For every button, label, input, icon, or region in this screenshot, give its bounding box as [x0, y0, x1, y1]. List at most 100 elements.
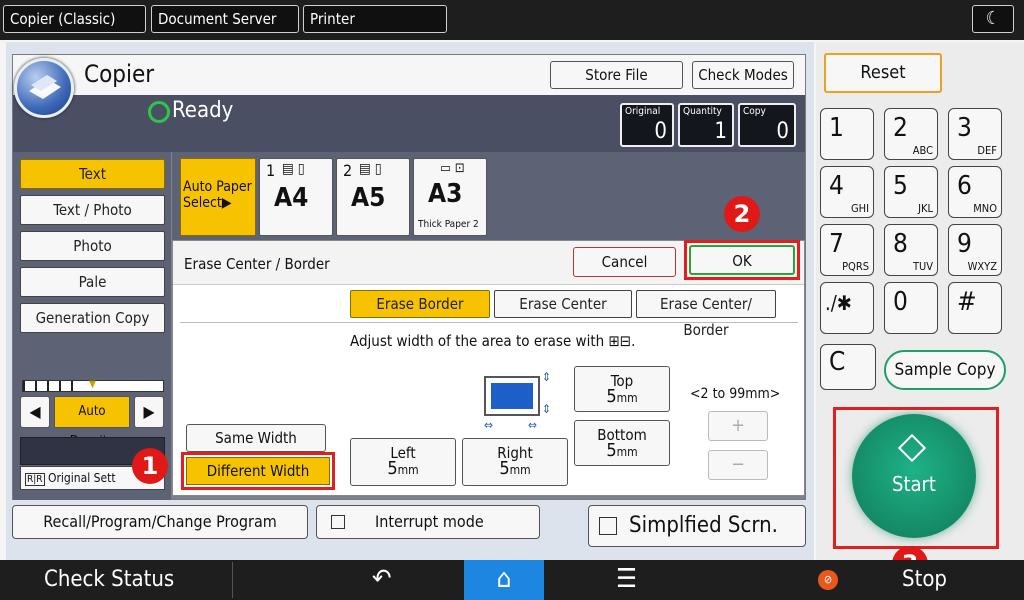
different-width-button[interactable]: Different Width [186, 457, 330, 485]
copier-title: Copier [84, 60, 155, 88]
key-hash[interactable]: # [948, 282, 1002, 334]
key-2-digit: 2 [893, 113, 908, 143]
increase-button[interactable]: + [708, 411, 768, 441]
range-text: <2 to 99mm> [690, 386, 781, 402]
copier-screen: Copier (Classic) Document Server Printer… [0, 0, 1024, 600]
cancel-button[interactable]: Cancel [573, 247, 676, 277]
bottom-width-label: Bottom [597, 426, 647, 444]
start-diamond-icon [897, 433, 927, 463]
auto-paper-select-button[interactable]: Auto Paper Select▶ [180, 158, 256, 236]
bottom-width-unit: mm [616, 445, 638, 459]
clear-button[interactable]: C [820, 344, 876, 390]
copy-counter-value: 0 [776, 119, 789, 144]
key-8-digit: 8 [893, 229, 908, 259]
same-width-button[interactable]: Same Width [186, 424, 326, 452]
density-ticks [23, 381, 83, 391]
top-app-bar: Copier (Classic) Document Server Printer… [0, 0, 1024, 40]
tray-1-paper-icon: ▤ ▯ [282, 161, 305, 177]
density-darker-button[interactable]: ▶ [134, 396, 164, 428]
sample-copy-button[interactable]: Sample Copy [884, 350, 1006, 390]
paper-tray-2-button[interactable]: 2 ▤ ▯ A5 [336, 158, 410, 236]
tab-copier-classic[interactable]: Copier (Classic) [3, 5, 146, 33]
key-5[interactable]: 5 JKL [884, 166, 938, 218]
original-counter-value: 0 [654, 119, 667, 144]
key-dot-star[interactable]: ./✱ [820, 282, 874, 334]
start-button[interactable]: Start [852, 414, 976, 538]
check-status-button[interactable]: Check Status [44, 567, 174, 592]
reset-button[interactable]: Reset [824, 53, 942, 93]
interrupt-mode-button[interactable]: Interrupt mode [316, 505, 540, 539]
right-width-button[interactable]: Right 5mm [462, 438, 568, 486]
key-0[interactable]: 0 [884, 282, 938, 334]
recall-program-button[interactable]: Recall/Program/Change Program [12, 505, 308, 539]
right-width-value: 5 [499, 458, 510, 479]
key-2[interactable]: 2 ABC [884, 108, 938, 160]
key-6[interactable]: 6 MNO [948, 166, 1002, 218]
check-modes-button[interactable]: Check Modes [692, 61, 794, 89]
key-9-letters: WXYZ [967, 260, 997, 273]
home-icon[interactable]: ⌂ [464, 560, 544, 600]
original-counter: Original 0 [620, 103, 674, 147]
quantity-counter: Quantity 1 [678, 103, 734, 147]
erase-border-tab[interactable]: Erase Border [350, 290, 490, 318]
store-file-button[interactable]: Store File [550, 61, 683, 89]
mode-generation-copy-button[interactable]: Generation Copy [20, 303, 165, 333]
tab-document-server[interactable]: Document Server [151, 5, 299, 33]
bottom-width-button[interactable]: Bottom 5mm [574, 420, 670, 466]
quantity-counter-label: Quantity [683, 106, 722, 117]
night-mode-icon[interactable]: ☾ [972, 5, 1014, 33]
key-4-letters: GHI [850, 202, 869, 215]
original-settings-icon: R|R [25, 473, 45, 486]
back-icon[interactable]: ↶ [372, 564, 392, 594]
simplified-checkbox-icon [599, 517, 617, 535]
tab-printer[interactable]: Printer [303, 5, 447, 33]
mode-text-photo-button[interactable]: Text / Photo [20, 195, 165, 225]
bottom-width-value: 5 [606, 440, 617, 461]
auto-density-button[interactable]: Auto Density [54, 396, 130, 449]
key-5-letters: JKL [918, 202, 933, 215]
key-7-digit: 7 [829, 229, 844, 259]
key-4-digit: 4 [829, 171, 844, 201]
tray-1-number: 1 [266, 161, 276, 180]
density-lighter-button[interactable]: ◀ [20, 396, 50, 428]
mode-pale-button[interactable]: Pale [20, 267, 165, 297]
ready-status-text: Ready [172, 98, 234, 123]
key-3[interactable]: 3 DEF [948, 108, 1002, 160]
copier-logo-icon [14, 58, 74, 118]
erase-center-border-tab[interactable]: Erase Center/ Border [636, 290, 776, 339]
key-6-digit: 6 [957, 171, 972, 201]
menu-icon[interactable]: ☰ [616, 564, 637, 594]
ok-button[interactable]: OK [689, 245, 795, 275]
key-3-letters: DEF [977, 144, 997, 157]
paper-tray-bypass-button[interactable]: ▭ ⊡ A3 Thick Paper 2 [413, 158, 487, 236]
key-8-letters: TUV [912, 260, 933, 273]
top-width-unit: mm [616, 391, 638, 405]
top-width-value: 5 [606, 386, 617, 407]
erase-center-tab[interactable]: Erase Center [494, 290, 632, 318]
right-margin-arrow-icon: ⇔ [528, 418, 538, 432]
top-width-button[interactable]: Top 5mm [574, 366, 670, 412]
mode-text-button[interactable]: Text [20, 159, 165, 189]
original-counter-label: Original [625, 106, 661, 117]
stop-icon[interactable]: ⊘ [818, 570, 838, 590]
key-9[interactable]: 9 WXYZ [948, 224, 1002, 276]
key-8[interactable]: 8 TUV [884, 224, 938, 276]
copy-counter-label: Copy [743, 106, 766, 117]
bypass-tray-icon: ▭ ⊡ [440, 161, 465, 176]
key-7[interactable]: 7 PQRS [820, 224, 874, 276]
mode-photo-button[interactable]: Photo [20, 231, 165, 261]
interrupt-checkbox-icon [331, 515, 345, 529]
key-1[interactable]: 1 [820, 108, 874, 160]
decrease-button[interactable]: − [708, 450, 768, 480]
simplified-screen-button[interactable]: Simplfied Scrn. [588, 505, 806, 547]
key-4[interactable]: 4 GHI [820, 166, 874, 218]
left-margin-arrow-icon: ⇔ [484, 418, 494, 432]
right-width-unit: mm [509, 463, 531, 477]
paper-tray-1-button[interactable]: 1 ▤ ▯ A4 [259, 158, 333, 236]
left-width-unit: mm [397, 463, 419, 477]
tray-2-size: A5 [351, 183, 386, 213]
stop-button[interactable]: Stop [902, 567, 947, 592]
left-width-button[interactable]: Left 5mm [350, 438, 456, 486]
bottom-divider [232, 562, 233, 598]
step-1-marker: 1 [132, 448, 168, 484]
